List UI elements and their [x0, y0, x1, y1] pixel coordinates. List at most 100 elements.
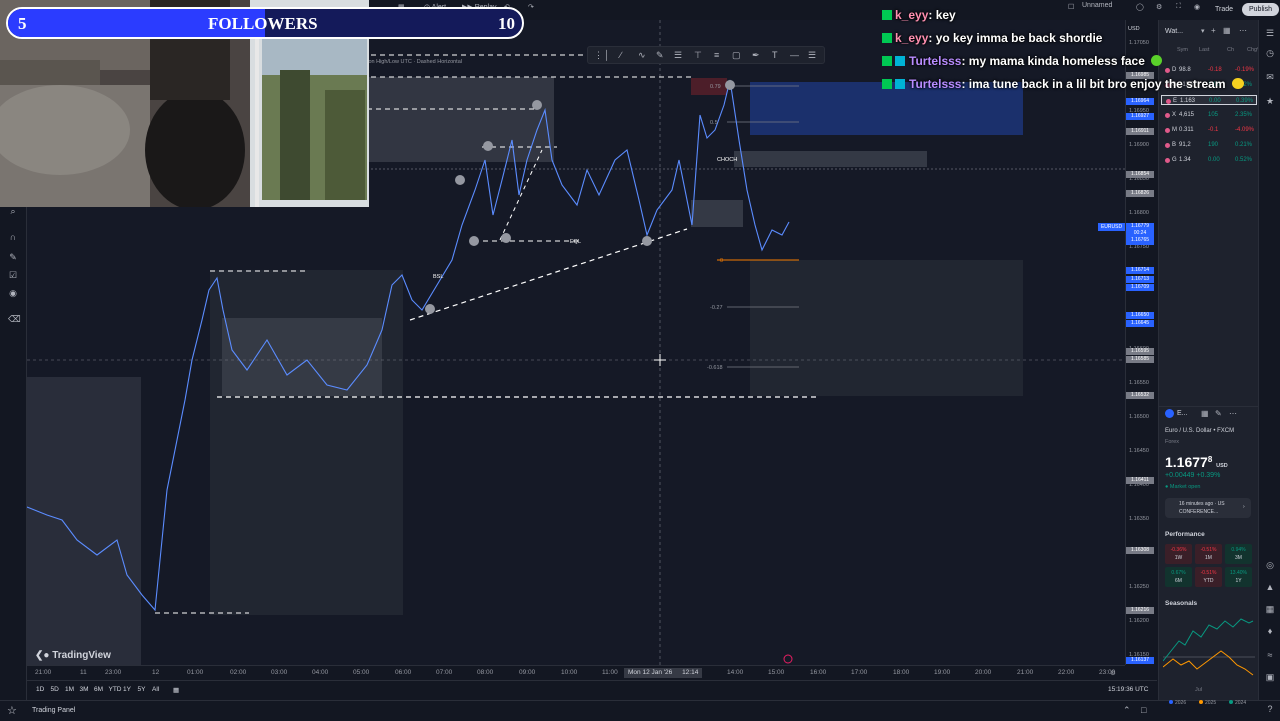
calendar-icon[interactable]: ▦	[1265, 604, 1275, 614]
price-tick: 1.16250	[1129, 584, 1149, 590]
time-axis[interactable]: 21:00 11 23:00 12 01:00 02:00 03:00 04:00 05:00 0…	[27, 665, 1125, 680]
range-button-5y[interactable]: 5Y	[138, 686, 146, 693]
date-range-icon[interactable]: ▦	[173, 686, 179, 694]
more-icon[interactable]: ⋯	[1239, 26, 1247, 35]
anchor-dot-1[interactable]	[532, 100, 542, 110]
price-tick: 1.16500	[1129, 414, 1149, 420]
layout-icon[interactable]: ▦	[1223, 26, 1231, 35]
currency-label[interactable]: USD	[1128, 26, 1140, 32]
performance-cell[interactable]: -0.51% YTD	[1195, 567, 1222, 587]
performance-cell[interactable]: 0.67% 6M	[1165, 567, 1192, 587]
price-tag: 1.16854	[1126, 171, 1154, 178]
performance-cell[interactable]: -0.36% 1W	[1165, 544, 1192, 564]
maximize-icon[interactable]: □	[1141, 705, 1146, 715]
watchlist-row[interactable]: G 1.34 0.00 0.52%	[1161, 155, 1257, 165]
watchlist-row[interactable]: D 98.8 -0.18 -0.19%	[1161, 65, 1257, 75]
details-more-icon[interactable]: ⋯	[1229, 409, 1237, 418]
drag-handle-icon[interactable]: ⋮	[594, 47, 603, 63]
watchlist-column-header[interactable]: Ch	[1227, 47, 1234, 53]
text-tool-icon[interactable]: T	[772, 47, 778, 63]
symbol-fullname: Euro / U.S. Dollar	[1165, 428, 1212, 434]
redo-icon[interactable]: ↷	[528, 3, 534, 11]
settings-lines-icon[interactable]: ☰	[808, 47, 816, 63]
watchlist-row[interactable]: B 91,2 190 0.21%	[1161, 140, 1257, 150]
watchlist-row[interactable]: M 0.311 -0.1 -4.09%	[1161, 125, 1257, 135]
range-button-1y[interactable]: 1Y	[123, 686, 131, 693]
magnet-icon[interactable]: ∩	[8, 232, 18, 242]
details-edit-icon[interactable]: ✎	[1215, 409, 1222, 418]
news-card[interactable]: 16 minutes ago · US CONFERENCE... ›	[1165, 498, 1251, 518]
anchor-dot-8[interactable]	[725, 80, 735, 90]
text-icon[interactable]: ⊤	[694, 47, 702, 63]
time-tick: 11	[80, 669, 87, 676]
target-icon[interactable]: ◎	[1265, 560, 1275, 570]
brush-icon[interactable]: ✎	[656, 47, 664, 63]
apps-icon[interactable]: ▣	[1265, 672, 1275, 682]
trade-button[interactable]: Trade	[1208, 3, 1240, 16]
notifications-icon[interactable]: ♦	[1265, 626, 1275, 636]
hline-icon[interactable]: —	[790, 47, 799, 63]
layers-icon[interactable]: ▲	[1265, 582, 1275, 592]
details-grid-icon[interactable]: ▦	[1201, 409, 1209, 418]
range-button-ytd[interactable]: YTD	[109, 686, 122, 693]
publish-button[interactable]: Publish	[1242, 3, 1279, 16]
moderator-badge-icon	[882, 10, 892, 20]
watchlist-title[interactable]: Wat...	[1165, 28, 1183, 35]
trading-panel-tab[interactable]: Trading Panel	[32, 707, 75, 714]
hlines-icon[interactable]: ≡	[714, 47, 719, 63]
anchor-dot-7[interactable]	[425, 304, 435, 314]
watchlist-row[interactable]: X 4,615 105 2.35%	[1161, 110, 1257, 120]
anchor-dot-4[interactable]	[469, 236, 479, 246]
lock-icon[interactable]: ◯	[1136, 3, 1144, 11]
alerts-icon[interactable]: ◷	[1265, 48, 1275, 58]
add-symbol-icon[interactable]: +	[1211, 26, 1216, 35]
range-button-all[interactable]: All	[152, 686, 159, 693]
settings-icon[interactable]: ⚙	[1156, 3, 1162, 11]
layout-name[interactable]: Unnamed	[1082, 2, 1112, 9]
anchor-dot-5[interactable]	[501, 233, 511, 243]
rectangle-icon[interactable]: ▢	[732, 47, 741, 63]
watchlist-last: 4,615	[1179, 112, 1195, 118]
watchlist-icon[interactable]: ☰	[1265, 28, 1275, 38]
layout-checkbox[interactable]: ☐	[1068, 3, 1074, 11]
clock-label[interactable]: 15:19:36 UTC	[1108, 686, 1148, 693]
performance-period: 1Y	[1235, 578, 1242, 584]
chat-icon[interactable]: ✉	[1265, 72, 1275, 82]
collapse-icon[interactable]: ⌃	[1123, 705, 1131, 716]
pen-icon[interactable]: ✒	[752, 47, 760, 63]
ideas-icon[interactable]: ★	[1265, 96, 1275, 106]
watchlist-dropdown-icon[interactable]: ▾	[1201, 27, 1205, 35]
star-icon[interactable]: ☆	[7, 704, 17, 717]
watchlist-column-header[interactable]: Last	[1199, 47, 1209, 53]
anchor-dot-6[interactable]	[642, 236, 652, 246]
range-button-6m[interactable]: 6M	[94, 686, 103, 693]
path-icon[interactable]: ∿	[638, 47, 646, 63]
range-button-5d[interactable]: 5D	[51, 686, 59, 693]
fullscreen-icon[interactable]: ⛶	[1176, 3, 1181, 11]
zoom-icon[interactable]: ⌕	[8, 206, 18, 216]
price-scale[interactable]: USD 1.170501.170001.169501.169001.168501…	[1125, 20, 1158, 665]
fib-icon[interactable]: ☰	[674, 47, 682, 63]
camera-icon[interactable]: ◉	[1194, 3, 1200, 11]
pulse-icon[interactable]: ≈	[1265, 650, 1275, 660]
watchlist-column-header[interactable]: Sym	[1177, 47, 1188, 53]
eye-icon[interactable]: ◉	[8, 288, 18, 298]
range-button-3m[interactable]: 3M	[80, 686, 89, 693]
vertical-line-icon[interactable]: │	[604, 47, 610, 63]
anchor-dot-3[interactable]	[455, 175, 465, 185]
help-icon[interactable]: ?	[1265, 704, 1275, 714]
lock-drawings-icon[interactable]: ☑	[8, 270, 18, 280]
pencil-icon[interactable]: ✎	[8, 252, 18, 262]
trend-line-icon[interactable]: ∕	[620, 47, 622, 63]
trash-icon[interactable]: ⌫	[8, 314, 21, 324]
performance-cell[interactable]: 0.94% 3M	[1225, 544, 1252, 564]
axis-settings-icon[interactable]: ⚙	[1110, 669, 1116, 677]
range-button-1d[interactable]: 1D	[36, 686, 44, 693]
replay-marker-icon[interactable]	[783, 654, 793, 664]
performance-cell[interactable]: 13.40% 1Y	[1225, 567, 1252, 587]
anchor-dot-2[interactable]	[483, 141, 493, 151]
performance-cell[interactable]: -0.51% 1M	[1195, 544, 1222, 564]
range-button-1m[interactable]: 1M	[65, 686, 74, 693]
details-symbol-short[interactable]: E...	[1177, 410, 1188, 417]
watchlist-row[interactable]: E 1.163 0.00 0.39%	[1161, 95, 1257, 105]
